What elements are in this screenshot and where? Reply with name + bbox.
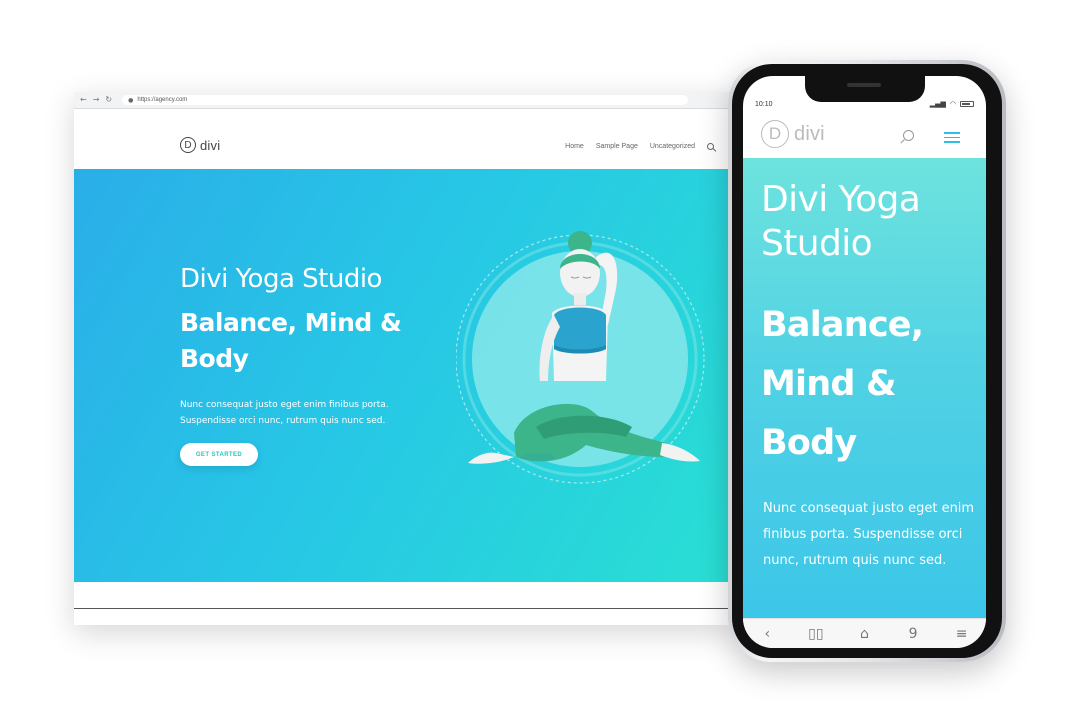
status-time: 10:10 <box>755 101 773 108</box>
logo-mark: D <box>180 137 196 153</box>
mobile-hero-subtitle: Balance, Mind & Body <box>761 305 924 463</box>
mobile-site-logo[interactable]: D divi <box>761 120 825 148</box>
hero-section: Divi Yoga Studio Balance, Mind & Body Nu… <box>74 169 730 582</box>
phone-screen: 10:10 ▂▄▆ ◠ D divi Divi Yoga Studio Bala… <box>743 76 986 648</box>
search-icon[interactable] <box>707 143 714 150</box>
get-started-button[interactable]: GET STARTED <box>180 443 258 466</box>
mobile-site-header: D divi <box>743 112 986 156</box>
address-url: https://agency.com <box>137 97 188 103</box>
mobile-logo-mark: D <box>761 120 789 148</box>
menu-item-uncategorized[interactable]: Uncategorized <box>650 143 695 150</box>
mobile-hero-body: Nunc consequat justo eget enim finibus p… <box>763 501 975 568</box>
hero-title: Divi Yoga Studio <box>180 264 382 294</box>
wifi-icon: ◠ <box>949 100 956 108</box>
forward-icon[interactable]: → <box>93 96 100 104</box>
browser-toolbar: ← → ↻ ● https://agency.com <box>74 92 730 109</box>
logo-text: divi <box>200 137 221 153</box>
main-menu: Home Sample Page Uncategorized <box>565 143 714 150</box>
mobile-hero-section: Divi Yoga Studio Balance, Mind & Body Nu… <box>743 158 986 618</box>
menu-icon[interactable]: ≡ <box>952 626 972 642</box>
tabs-icon[interactable]: 9 <box>903 626 923 642</box>
menu-item-sample-page[interactable]: Sample Page <box>596 143 638 150</box>
bookmarks-icon[interactable]: ▯▯ <box>806 626 826 642</box>
desktop-browser-mockup: ← → ↻ ● https://agency.com D divi Home S… <box>74 92 730 625</box>
signal-icon: ▂▄▆ <box>929 100 946 108</box>
status-icons: ▂▄▆ ◠ <box>930 100 974 108</box>
phone-mockup: 10:10 ▂▄▆ ◠ D divi Divi Yoga Studio Bala… <box>728 60 1006 662</box>
menu-item-home[interactable]: Home <box>565 143 584 150</box>
mobile-logo-text: divi <box>794 122 825 145</box>
section-divider <box>74 608 730 609</box>
yoga-woman-illustration <box>456 231 705 484</box>
reload-icon[interactable]: ↻ <box>105 96 112 104</box>
mobile-search-icon[interactable] <box>903 130 914 141</box>
home-icon[interactable]: ⌂ <box>854 626 874 642</box>
lock-icon: ● <box>128 96 134 104</box>
address-bar[interactable]: ● https://agency.com <box>122 95 689 105</box>
battery-icon <box>960 101 974 107</box>
back-icon[interactable]: ← <box>80 96 87 104</box>
phone-bezel: 10:10 ▂▄▆ ◠ D divi Divi Yoga Studio Bala… <box>732 64 1002 658</box>
hero-subtitle: Balance, Mind & Body <box>180 308 402 373</box>
hero-body: Nunc consequat justo eget enim finibus p… <box>180 400 389 426</box>
site-header: D divi Home Sample Page Uncategorized <box>74 109 730 169</box>
phone-notch <box>805 76 925 102</box>
mobile-browser-toolbar: ‹ ▯▯ ⌂ 9 ≡ <box>743 618 986 648</box>
back-icon[interactable]: ‹ <box>757 626 777 642</box>
mobile-hero-title: Divi Yoga Studio <box>761 179 921 264</box>
site-logo[interactable]: D divi <box>180 137 220 153</box>
hamburger-menu-icon[interactable] <box>944 132 960 143</box>
